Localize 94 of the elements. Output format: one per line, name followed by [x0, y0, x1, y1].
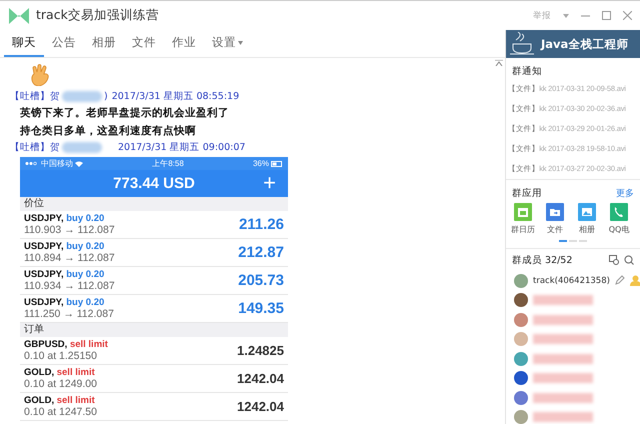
phone-icon: [610, 203, 628, 221]
tab[interactable]: 相册: [84, 30, 124, 57]
section-title: 群通知: [512, 64, 542, 78]
position-detail: 0.10 at 1249.00: [24, 378, 97, 390]
blurred-name: [533, 373, 593, 384]
position-title: GBPUSD, sell limit: [24, 339, 108, 350]
banner-title: Java全栈工程师: [541, 36, 628, 52]
sender-name: 贺: [50, 90, 60, 103]
calendar-icon: [514, 203, 532, 221]
member-card-icon[interactable]: [609, 255, 619, 265]
message-time: 2017/3/31 星期五 08:55:19: [112, 90, 240, 103]
position-value: 212.87: [238, 244, 284, 261]
position-row[interactable]: USDJPY, buy 0.20 111.250 → 112.087 149.35: [20, 295, 288, 323]
position-title: GOLD, sell limit: [24, 367, 96, 378]
position-title: USDJPY, buy 0.20: [24, 297, 106, 308]
message-text: 持仓类日多单，这盈利速度有点快啊: [18, 124, 197, 139]
section-header: 价位: [20, 197, 288, 211]
battery-icon: [271, 160, 283, 166]
window-title: track交易加强训练营: [36, 7, 159, 24]
blurred-name: [533, 314, 593, 325]
position-value: 1242.04: [237, 371, 284, 386]
collapse-icon[interactable]: [495, 60, 503, 66]
position-row[interactable]: USDJPY, buy 0.20 110.934 → 112.087 205.73: [20, 267, 288, 295]
position-title: USDJPY, buy 0.20: [24, 241, 106, 252]
position-detail: 0.10 at 1.25150: [24, 350, 98, 362]
position-detail: 110.934 → 112.087: [24, 280, 115, 292]
account-balance: 773.44 USD: [113, 175, 195, 192]
maximize-icon[interactable]: [602, 11, 611, 20]
carrier-name: 中国移动: [41, 158, 73, 169]
position-row[interactable]: USDJPY, buy 0.20 110.894 → 112.087 212.87: [20, 239, 288, 267]
position-row[interactable]: GOLD, sell limit 0.10 at 1249.00 1242.04: [20, 365, 288, 393]
caret-icon[interactable]: [563, 14, 569, 18]
signal-icon: [25, 161, 39, 166]
photo-icon: [578, 203, 596, 221]
battery-percent: 36%: [252, 159, 269, 168]
tab[interactable]: 作业: [164, 30, 204, 57]
person-icon: [630, 275, 640, 286]
wifi-icon: [75, 160, 83, 166]
avatar-icon[interactable]: [514, 312, 528, 327]
position-value: 1.24825: [237, 343, 284, 358]
member-name[interactable]: track(406421358): [533, 276, 610, 286]
position-detail: 110.894 → 112.087: [24, 252, 115, 264]
blurred-name: [533, 412, 593, 422]
blurred-name: [533, 334, 593, 344]
search-icon[interactable]: [624, 255, 634, 265]
blurred-name: [62, 91, 102, 102]
avatar-icon[interactable]: [514, 390, 528, 405]
avatar-icon[interactable]: [514, 371, 528, 386]
sender-name-end: ): [104, 91, 108, 102]
tab[interactable]: 聊天: [4, 30, 44, 57]
app-shortcut[interactable]: 文件: [544, 203, 566, 235]
position-detail: 110.903 → 112.087: [24, 224, 115, 236]
blurred-name: [533, 295, 593, 306]
tab[interactable]: 公告: [44, 30, 84, 57]
blurred-name: [533, 392, 593, 403]
close-icon[interactable]: [623, 11, 632, 20]
more-link[interactable]: 更多: [616, 186, 634, 200]
sender-name: 贺: [50, 141, 60, 154]
message-tag: 【吐槽】: [10, 90, 50, 103]
folder-icon: [546, 203, 564, 221]
position-title: GOLD, sell limit: [24, 395, 96, 406]
position-value: 149.35: [238, 300, 284, 317]
app-shortcut[interactable]: 群日历: [512, 203, 534, 235]
coffee-cup-icon: [509, 32, 535, 56]
blurred-name: [533, 354, 593, 364]
position-title: USDJPY, buy 0.20: [24, 213, 106, 224]
message-text: 英镑下来了。老师早盘提示的机会业盈利了: [19, 106, 230, 121]
position-row[interactable]: USDJPY, buy 0.20 110.903 → 112.087 211.26: [20, 211, 288, 239]
message-time: 2017/3/31 星期五 09:00:07: [118, 141, 246, 154]
avatar-icon[interactable]: [514, 293, 528, 308]
position-value: 211.26: [238, 216, 284, 233]
hand-emoji-icon: [30, 64, 50, 86]
pencil-icon[interactable]: [614, 275, 625, 286]
member-row[interactable]: track(406421358): [506, 271, 640, 290]
section-header: 订单: [20, 323, 288, 337]
status-time: 上午8:58: [152, 158, 184, 169]
position-value: 205.73: [238, 272, 284, 289]
position-row[interactable]: GOLD, sell limit 0.10 at 1247.50 1242.04: [20, 393, 288, 421]
add-button[interactable]: +: [263, 171, 276, 195]
section-title: 群应用: [512, 186, 542, 200]
position-detail: 0.10 at 1247.50: [24, 406, 97, 418]
blurred-name: [62, 142, 102, 153]
tab[interactable]: 设置: [204, 30, 251, 57]
position-detail: 111.250 → 112.087: [24, 308, 114, 320]
tab[interactable]: 文件: [124, 30, 164, 57]
position-value: 1242.04: [237, 399, 284, 414]
avatar-icon[interactable]: [514, 352, 528, 366]
section-title: 群成员 32/52: [512, 254, 572, 266]
position-row[interactable]: GBPUSD, sell limit 0.10 at 1.25150 1.24825: [20, 337, 288, 365]
position-title: USDJPY, buy 0.20: [24, 269, 106, 280]
app-shortcut[interactable]: 相册: [576, 203, 598, 235]
message-tag: 【吐槽】: [10, 141, 50, 154]
app-shortcut[interactable]: QQ电: [608, 203, 630, 235]
logo-icon: [8, 6, 30, 24]
